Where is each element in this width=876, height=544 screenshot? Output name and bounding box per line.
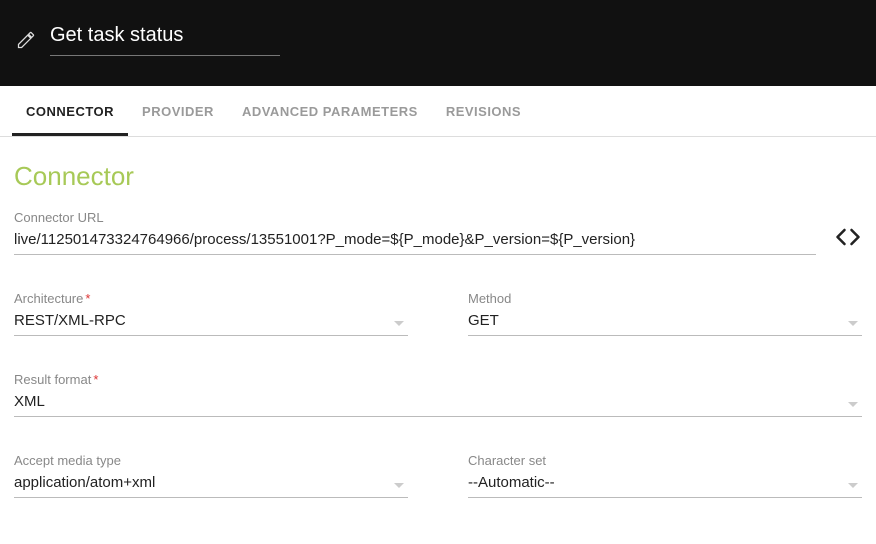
- required-asterisk: *: [85, 291, 90, 306]
- section-title: Connector: [14, 161, 862, 192]
- character-set-field[interactable]: Character set --Automatic--: [468, 453, 862, 498]
- required-asterisk: *: [93, 372, 98, 387]
- tab-advanced-parameters[interactable]: ADVANCED PARAMETERS: [228, 86, 432, 136]
- architecture-label: Architecture*: [14, 291, 408, 306]
- header-bar: Get task status: [0, 0, 876, 86]
- page-title[interactable]: Get task status: [50, 24, 280, 56]
- tabs-bar: CONNECTOR PROVIDER ADVANCED PARAMETERS R…: [0, 86, 876, 137]
- chevron-down-icon[interactable]: [848, 483, 858, 488]
- tab-revisions[interactable]: REVISIONS: [432, 86, 535, 136]
- accept-media-type-label: Accept media type: [14, 453, 408, 468]
- code-icon[interactable]: [834, 223, 862, 251]
- result-format-field[interactable]: Result format* XML: [14, 372, 862, 417]
- result-format-label-text: Result format: [14, 372, 91, 387]
- chevron-down-icon[interactable]: [394, 321, 404, 326]
- architecture-label-text: Architecture: [14, 291, 83, 306]
- chevron-down-icon[interactable]: [394, 483, 404, 488]
- chevron-down-icon[interactable]: [848, 402, 858, 407]
- edit-icon[interactable]: [16, 30, 36, 50]
- architecture-field[interactable]: Architecture* REST/XML-RPC: [14, 291, 408, 336]
- character-set-label: Character set: [468, 453, 862, 468]
- character-set-value[interactable]: --Automatic--: [468, 470, 862, 498]
- method-value[interactable]: GET: [468, 308, 862, 336]
- connector-url-label: Connector URL: [14, 210, 816, 225]
- result-format-label: Result format*: [14, 372, 862, 387]
- accept-media-type-field[interactable]: Accept media type application/atom+xml: [14, 453, 408, 498]
- connector-url-field[interactable]: Connector URL live/112501473324764966/pr…: [14, 210, 816, 255]
- method-field[interactable]: Method GET: [468, 291, 862, 336]
- method-label: Method: [468, 291, 862, 306]
- tab-provider[interactable]: PROVIDER: [128, 86, 228, 136]
- architecture-value[interactable]: REST/XML-RPC: [14, 308, 408, 336]
- accept-media-type-value[interactable]: application/atom+xml: [14, 470, 408, 498]
- connector-url-value[interactable]: live/112501473324764966/process/13551001…: [14, 227, 816, 255]
- content-area: Connector Connector URL live/11250147332…: [0, 137, 876, 544]
- chevron-down-icon[interactable]: [848, 321, 858, 326]
- result-format-value[interactable]: XML: [14, 389, 862, 417]
- tab-connector[interactable]: CONNECTOR: [12, 86, 128, 136]
